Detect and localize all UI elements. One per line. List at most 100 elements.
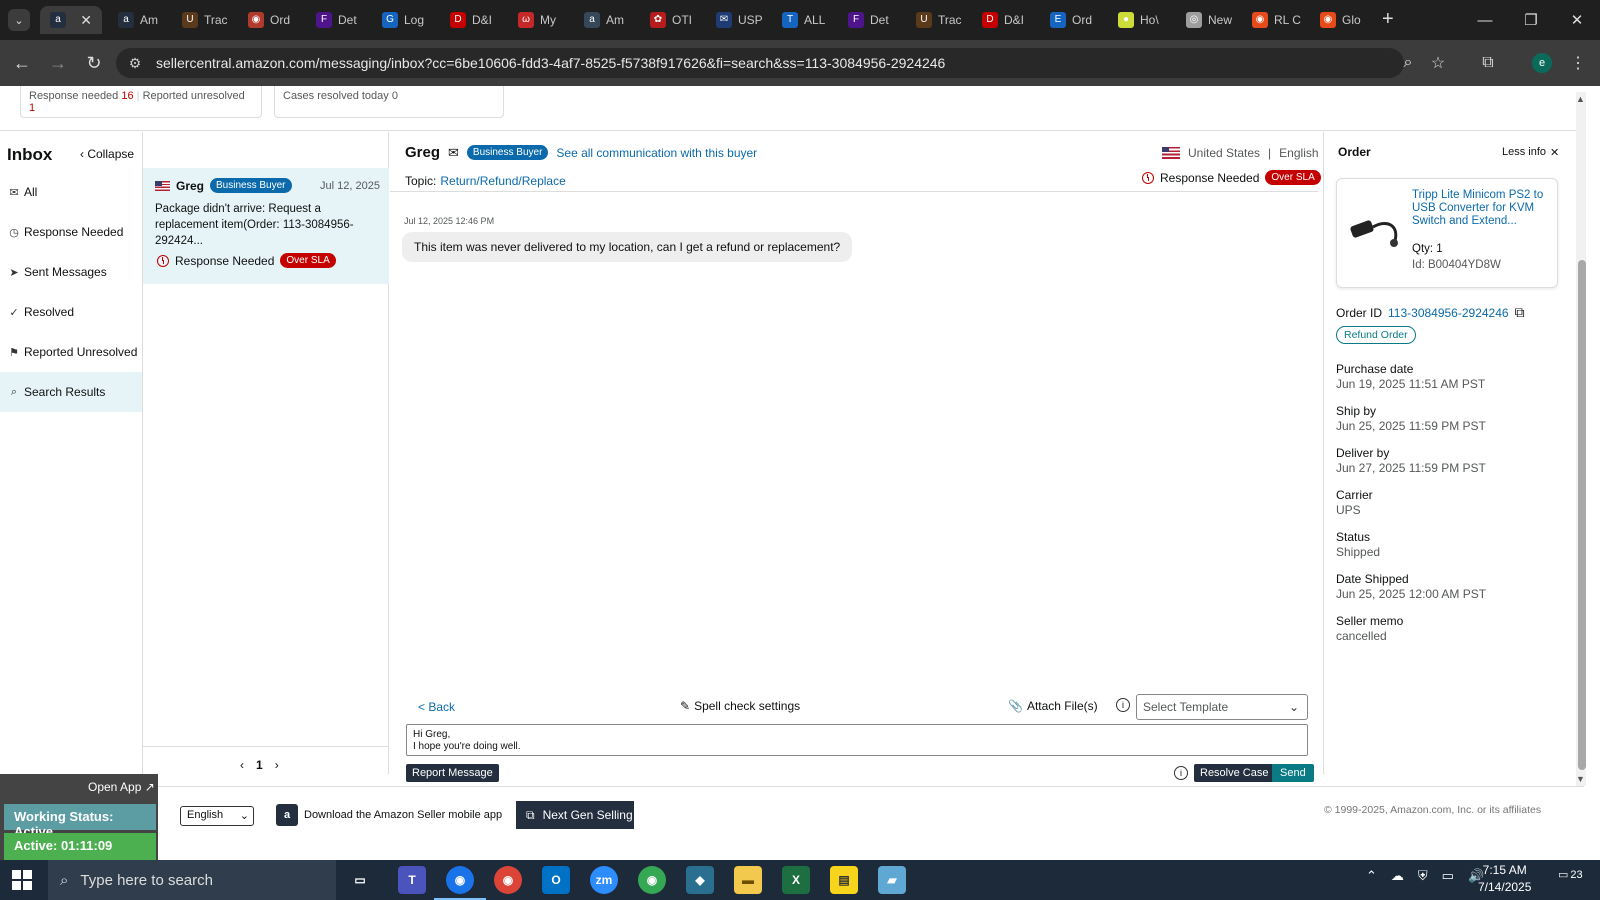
back-link[interactable]: < Back (418, 700, 455, 714)
current-page[interactable]: 1 (256, 758, 263, 772)
outlook-icon[interactable]: O (542, 866, 570, 894)
chrome-alt-icon[interactable]: ◉ (638, 866, 666, 894)
open-app-button[interactable]: Open App ↗ (88, 780, 155, 794)
browser-tab[interactable]: E Ord (1040, 6, 1102, 34)
site-info-icon[interactable]: ⚙ (124, 52, 146, 74)
nav-resolved[interactable]: ✓ Resolved (0, 292, 142, 332)
browser-tab[interactable]: F Det (838, 6, 900, 34)
browser-tab[interactable]: ✉ USP (706, 6, 768, 34)
scroll-up-icon[interactable]: ▲ (1576, 94, 1585, 104)
zoom-app-icon[interactable]: zm (590, 866, 618, 894)
task-view-icon[interactable]: ▭ (346, 866, 374, 894)
browser-tab[interactable]: U Trac (172, 6, 234, 34)
windows-start-icon[interactable] (12, 870, 32, 890)
browser-tab[interactable]: ◉ Ord (238, 6, 300, 34)
download-app-link[interactable]: Download the Amazon Seller mobile app (304, 809, 502, 821)
taskbar-clock[interactable]: 7:15 AM 7/14/2025 (1478, 862, 1531, 896)
nav-sent-messages[interactable]: ➤ Sent Messages (0, 252, 142, 292)
send-button[interactable]: Send (1272, 764, 1314, 782)
onedrive-icon[interactable]: ☁ (1391, 868, 1404, 884)
network-icon[interactable]: ▭ (1442, 868, 1454, 884)
forward-icon[interactable]: → (46, 51, 70, 75)
teams-icon[interactable]: T (398, 866, 426, 894)
browser-tab[interactable]: ◎ New (1176, 6, 1238, 34)
tab-search-icon[interactable]: ⌄ (8, 9, 30, 31)
refund-order-button[interactable]: Refund Order (1336, 326, 1416, 344)
chat-business-buyer-badge: Business Buyer (466, 145, 549, 160)
attach-files-button[interactable]: Attach File(s) (1027, 699, 1098, 713)
reload-icon[interactable]: ↻ (82, 51, 106, 75)
spell-check-button[interactable]: Spell check settings (694, 699, 800, 713)
browser-tab[interactable]: D D&I (972, 6, 1034, 34)
less-info-label: Less info (1502, 146, 1547, 158)
resolve-case-button[interactable]: Resolve Case (1194, 764, 1275, 782)
resolved-icon: ✓ (9, 306, 19, 319)
browser-tab[interactable]: ◉ RL C (1242, 6, 1304, 34)
chevron-up-icon[interactable]: ⌃ (1366, 868, 1377, 884)
product-title-link[interactable]: Tripp Lite Minicom PS2 to USB Converter … (1412, 189, 1552, 228)
profile-avatar[interactable]: e (1532, 53, 1552, 73)
excel-icon[interactable]: X (782, 866, 810, 894)
browser-menu-icon[interactable]: ⋮ (1566, 51, 1590, 75)
next-gen-label: Next Gen Selling (542, 808, 633, 822)
browser-tab[interactable]: a Am (574, 6, 636, 34)
order-panel-title: Order (1338, 145, 1371, 159)
prev-page-icon[interactable]: ‹ (240, 758, 244, 772)
resolve-info-icon[interactable]: i (1174, 766, 1188, 780)
nav-reported-unresolved[interactable]: ⚑ Reported Unresolved (0, 332, 142, 372)
sticky-notes-icon[interactable]: ▤ (830, 866, 858, 894)
scrollbar-thumb[interactable] (1578, 260, 1586, 770)
browser-tab[interactable]: ◉ Glo (1310, 6, 1372, 34)
bookmark-star-icon[interactable]: ☆ (1426, 51, 1450, 75)
next-page-icon[interactable]: › (275, 758, 279, 772)
response-needed-count[interactable]: 16 (121, 90, 133, 102)
file-explorer-icon[interactable]: ▬ (734, 866, 762, 894)
extensions-icon[interactable]: ⧉ (1476, 51, 1500, 75)
browser-tab[interactable]: G Log (372, 6, 434, 34)
reported-unresolved-count[interactable]: 1 (29, 102, 35, 114)
conversation-item[interactable]: Greg Business Buyer Jul 12, 2025 Package… (143, 168, 389, 284)
browser-tab[interactable]: a ✕ (40, 6, 102, 34)
template-info-icon[interactable]: i (1116, 698, 1130, 712)
scroll-down-icon[interactable]: ▼ (1576, 774, 1585, 784)
browser-tab[interactable]: F Det (306, 6, 368, 34)
mail-icon[interactable]: ✉ (448, 145, 459, 161)
security-icon[interactable]: ⛨ (1418, 868, 1428, 884)
nav-all[interactable]: ✉ All (0, 172, 142, 212)
browser-tab[interactable]: ● Ho\ (1108, 6, 1170, 34)
nav-search-results[interactable]: ⌕ Search Results (0, 372, 142, 412)
app-diamond-icon[interactable]: ◆ (686, 866, 714, 894)
close-window-icon[interactable]: ✕ (1554, 0, 1600, 40)
notifications-icon[interactable]: ▭ 23 (1558, 868, 1583, 882)
nav-response-needed[interactable]: ◷ Response Needed (0, 212, 142, 252)
conversation-status: Response Needed (175, 253, 275, 268)
minimize-icon[interactable]: — (1462, 0, 1508, 40)
zoom-icon[interactable]: ⌕ (1396, 51, 1420, 75)
close-tab-icon[interactable]: ✕ (80, 12, 102, 29)
taskbar-search[interactable]: ⌕ Type here to search (48, 860, 336, 900)
reply-textarea[interactable]: Hi Greg, I hope you're doing well. (406, 724, 1308, 756)
browser-tab[interactable]: D D&I (440, 6, 502, 34)
less-info-button[interactable]: Less info ✕ (1502, 146, 1559, 159)
back-icon[interactable]: ← (10, 51, 34, 75)
app-book-icon[interactable]: ▰ (878, 866, 906, 894)
chrome-profile-icon[interactable]: ◉ (494, 866, 522, 894)
new-tab-button[interactable]: + (1382, 8, 1394, 31)
restore-icon[interactable]: ❐ (1508, 0, 1554, 40)
language-select[interactable]: English ⌄ (180, 806, 254, 826)
report-message-button[interactable]: Report Message (406, 764, 499, 782)
template-select[interactable]: Select Template ⌄ (1136, 694, 1308, 720)
url-text[interactable]: sellercentral.amazon.com/messaging/inbox… (156, 55, 945, 71)
browser-tab[interactable]: a Am (108, 6, 170, 34)
browser-tab[interactable]: ω My (508, 6, 570, 34)
order-id-link[interactable]: 113-3084956-2924246 (1388, 306, 1509, 320)
browser-tab[interactable]: U Trac (906, 6, 968, 34)
chrome-icon[interactable]: ◉ (446, 866, 474, 894)
see-all-communication-link[interactable]: See all communication with this buyer (556, 146, 757, 160)
browser-tab[interactable]: ✿ OTI (640, 6, 702, 34)
browser-tab[interactable]: T ALL (772, 6, 834, 34)
tab-label: Glo (1342, 13, 1361, 27)
collapse-button[interactable]: ‹ Collapse (80, 147, 134, 161)
next-gen-selling-button[interactable]: ⧉ Next Gen Selling (516, 801, 634, 829)
copy-icon[interactable]: ⧉ (1515, 304, 1525, 321)
